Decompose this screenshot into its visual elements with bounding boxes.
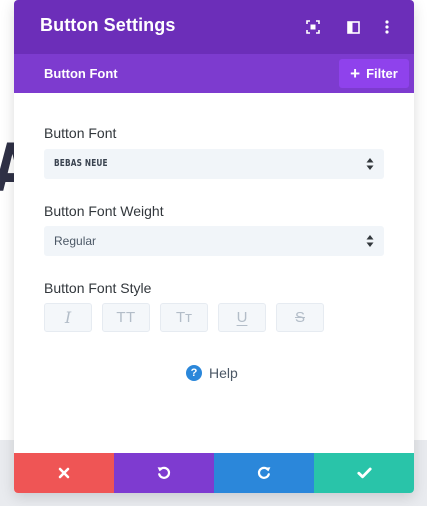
filter-label: Filter	[366, 66, 398, 81]
undo-icon	[157, 466, 171, 479]
button-font-weight-select[interactable]: Regular	[44, 226, 384, 256]
select-arrows-icon	[366, 158, 374, 170]
italic-button[interactable]: I	[44, 303, 92, 332]
capitalize-icon: Tт	[175, 309, 193, 326]
split-view-icon[interactable]	[343, 17, 363, 37]
font-toggle-bar[interactable]: Button Font + Filter	[14, 54, 414, 93]
help-label: Help	[209, 365, 238, 381]
button-font-weight-label: Button Font Weight	[44, 203, 164, 219]
plus-icon: +	[350, 63, 361, 83]
button-font-value: BEBAS NEUE	[54, 158, 108, 169]
select-arrows-icon	[366, 235, 374, 247]
button-settings-modal: Button Settings Button Font + Filter But…	[14, 0, 414, 493]
help-icon: ?	[186, 365, 202, 381]
more-vertical-icon[interactable]	[377, 17, 397, 37]
close-icon	[58, 467, 70, 479]
modal-footer	[14, 453, 414, 493]
toggle-title: Button Font	[44, 66, 118, 81]
underline-icon: U	[236, 309, 248, 326]
discard-button[interactable]	[14, 453, 114, 493]
italic-icon: I	[64, 308, 72, 327]
save-button[interactable]	[314, 453, 414, 493]
filter-button[interactable]: + Filter	[339, 59, 409, 88]
button-font-select[interactable]: BEBAS NEUE	[44, 149, 384, 179]
help-link[interactable]: ? Help	[186, 364, 238, 382]
redo-button[interactable]	[214, 453, 314, 493]
undo-button[interactable]	[114, 453, 214, 493]
fullscreen-icon[interactable]	[303, 17, 323, 37]
check-icon	[356, 467, 372, 479]
capitalize-button[interactable]: Tт	[160, 303, 208, 332]
modal-header: Button Settings	[14, 0, 414, 54]
button-font-weight-value: Regular	[54, 234, 97, 248]
button-font-label: Button Font	[44, 125, 117, 141]
underline-button[interactable]: U	[218, 303, 266, 332]
redo-icon	[257, 466, 271, 479]
uppercase-icon: TT	[116, 309, 136, 326]
strikethrough-button[interactable]: S	[276, 303, 324, 332]
uppercase-button[interactable]: TT	[102, 303, 150, 332]
strikethrough-icon: S	[294, 309, 305, 326]
modal-title: Button Settings	[40, 15, 176, 35]
button-font-style-label: Button Font Style	[44, 280, 152, 296]
